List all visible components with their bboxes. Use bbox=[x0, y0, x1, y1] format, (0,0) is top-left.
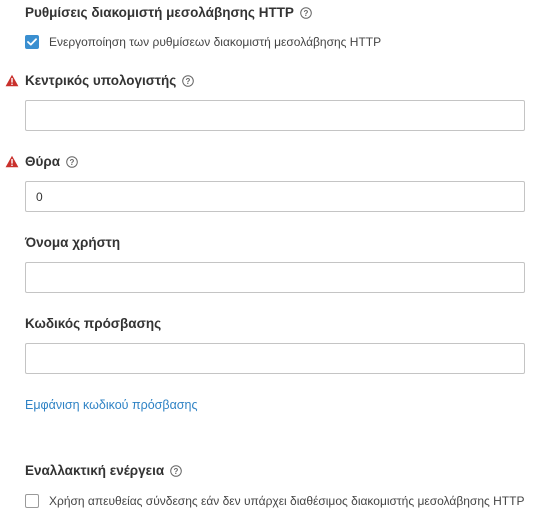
help-icon[interactable]: ? bbox=[170, 464, 182, 477]
direct-connection-checkbox-label: Χρήση απευθείας σύνδεσης εάν δεν υπάρχει… bbox=[49, 494, 525, 508]
host-input[interactable] bbox=[25, 100, 525, 131]
help-icon[interactable]: ? bbox=[182, 74, 195, 87]
show-password-link[interactable]: Εμφάνιση κωδικού πρόσβασης bbox=[25, 398, 198, 412]
enable-proxy-checkbox-label: Ενεργοποίηση των ρυθμίσεων διακομιστή με… bbox=[49, 35, 382, 49]
warning-icon bbox=[5, 155, 19, 168]
fallback-section-title: Εναλλακτική ενέργεια ? bbox=[25, 463, 182, 478]
svg-text:?: ? bbox=[174, 467, 179, 476]
fallback-section-title-text: Εναλλακτική ενέργεια bbox=[25, 463, 165, 478]
warning-icon bbox=[5, 74, 19, 87]
proxy-section-title: Ρυθμίσεις διακομιστή μεσολάβησης HTTP ? bbox=[25, 5, 312, 20]
svg-text:?: ? bbox=[70, 158, 75, 167]
svg-text:?: ? bbox=[304, 9, 309, 18]
port-input[interactable] bbox=[25, 181, 525, 212]
checkmark-icon bbox=[27, 38, 37, 46]
password-input[interactable] bbox=[25, 343, 525, 374]
port-field-label: Θύρα ? bbox=[25, 154, 78, 169]
username-field-label: Όνομα χρήστη bbox=[25, 235, 120, 250]
username-field-label-text: Όνομα χρήστη bbox=[25, 235, 121, 250]
host-field-label-text: Κεντρικός υπολογιστής bbox=[25, 73, 177, 88]
proxy-settings-panel: Ρυθμίσεις διακομιστή μεσολάβησης HTTP ? … bbox=[0, 0, 550, 510]
help-icon[interactable]: ? bbox=[300, 6, 312, 19]
username-input[interactable] bbox=[25, 262, 525, 293]
enable-proxy-checkbox[interactable] bbox=[25, 35, 39, 49]
help-icon[interactable]: ? bbox=[66, 155, 78, 168]
proxy-section-title-text: Ρυθμίσεις διακομιστή μεσολάβησης HTTP bbox=[25, 5, 294, 20]
direct-connection-checkbox[interactable] bbox=[25, 494, 39, 508]
enable-proxy-checkbox-row[interactable]: Ενεργοποίηση των ρυθμίσεων διακομιστή με… bbox=[25, 35, 381, 49]
password-field-label: Κωδικός πρόσβασης bbox=[25, 316, 161, 331]
svg-text:?: ? bbox=[186, 77, 191, 86]
password-field-label-text: Κωδικός πρόσβασης bbox=[25, 316, 162, 331]
direct-connection-checkbox-row[interactable]: Χρήση απευθείας σύνδεσης εάν δεν υπάρχει… bbox=[25, 494, 524, 508]
host-field-label: Κεντρικός υπολογιστής ? bbox=[25, 73, 195, 88]
port-field-label-text: Θύρα bbox=[25, 154, 61, 169]
